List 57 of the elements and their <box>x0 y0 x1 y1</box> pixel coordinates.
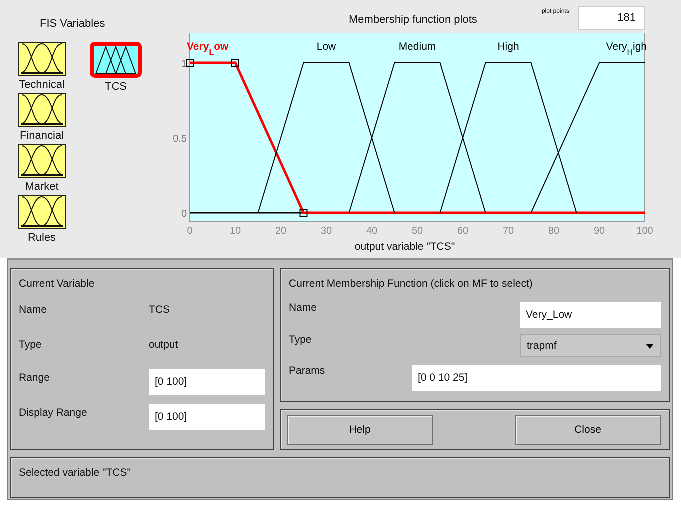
tick-label: 0.5 <box>173 134 187 145</box>
field-label: Params <box>289 365 326 377</box>
curve-label: Very$_{L}$ow <box>187 41 229 56</box>
plot-title: Membership function plots <box>349 14 478 26</box>
axis-label: output variable "TCS" <box>354 241 456 253</box>
field-label: Type <box>19 339 43 351</box>
variable-label: Financial <box>20 130 64 144</box>
tick-label: 70 <box>502 226 514 237</box>
tick-label: 30 <box>320 226 332 237</box>
plot-points-field[interactable]: 181 <box>578 6 645 30</box>
caret-icon <box>646 344 654 349</box>
status-message: Selected variable "TCS" <box>19 467 131 479</box>
variable-label: Technical <box>19 79 65 93</box>
membership-function-icon[interactable] <box>18 93 66 127</box>
dialog-button[interactable]: Help <box>287 414 433 444</box>
membership-function-icon[interactable] <box>18 195 66 229</box>
display-range-field[interactable]: [0 100] <box>149 404 265 430</box>
variable-label: TCS <box>105 81 127 95</box>
tick-label: 90 <box>594 226 606 237</box>
field-label: Type <box>289 334 313 346</box>
panel-title: Current Variable <box>19 278 96 290</box>
tick-label: 100 <box>636 226 654 237</box>
membership-curve[interactable] <box>348 62 486 214</box>
curve-label: Very$_{H}$igh <box>606 41 647 56</box>
name-field[interactable]: Very_Low <box>520 302 661 328</box>
curve-label: Low <box>316 41 336 53</box>
membership-function-icon[interactable] <box>18 42 66 76</box>
membership-curve[interactable] <box>258 62 396 214</box>
variable-type: output <box>149 339 180 351</box>
curve-label: High <box>498 41 520 53</box>
variable-label: Market <box>25 181 59 195</box>
curve-label: Medium <box>398 41 436 53</box>
type-dropdown[interactable]: trapmf <box>520 334 661 357</box>
tick-label: 0 <box>181 209 187 220</box>
variable-label: Rules <box>28 232 56 246</box>
panel-title: Current Membership Function (click on MF to select) <box>289 278 534 290</box>
field-label: Name <box>289 302 318 314</box>
params-field[interactable]: [0 0 10 25] <box>412 365 661 391</box>
membership-function-icon[interactable] <box>90 42 142 78</box>
membership-curve[interactable] <box>440 62 578 214</box>
tick-label: 60 <box>457 226 469 237</box>
field-label: Range <box>19 372 51 384</box>
range-field[interactable]: [0 100] <box>149 369 265 395</box>
variable-name: TCS <box>149 304 171 316</box>
control-point-markers[interactable] <box>186 59 308 217</box>
field-label: Name <box>19 304 48 316</box>
tick-label: 1 <box>181 59 187 70</box>
field-label: Display Range <box>19 407 88 419</box>
tick-label: 80 <box>548 226 560 237</box>
tick-label: 40 <box>366 226 378 237</box>
dialog-button[interactable]: Close <box>515 414 661 444</box>
tick-label: 50 <box>412 226 424 237</box>
panel-title: FIS Variables <box>40 18 106 30</box>
tick-label: 0 <box>187 226 193 237</box>
tick-label: 10 <box>230 226 242 237</box>
membership-function-icon[interactable] <box>18 144 66 178</box>
tick-label: 20 <box>275 226 287 237</box>
